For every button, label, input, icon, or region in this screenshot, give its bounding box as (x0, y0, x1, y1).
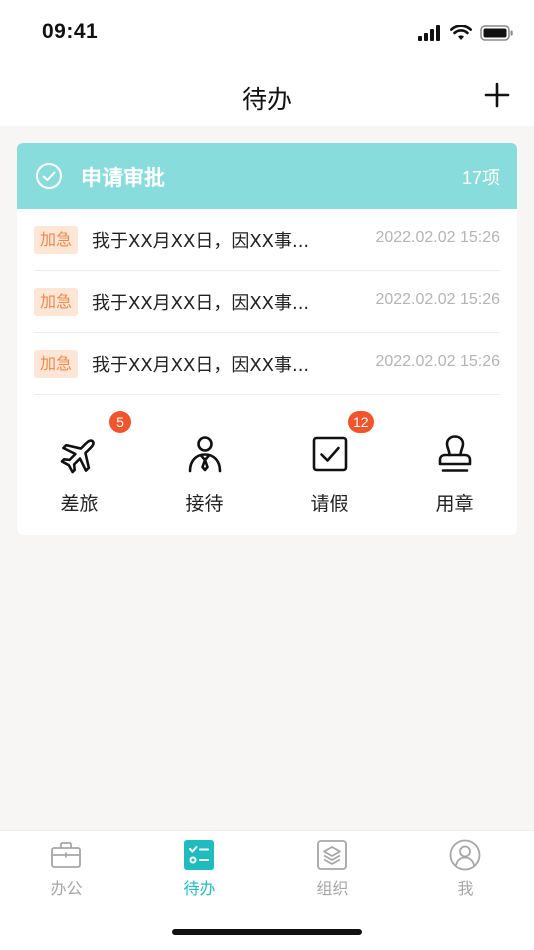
list-item-text: 我于XX月XX日，因XX事... (92, 355, 310, 376)
list-item[interactable]: 加急 我于XX月XX日，因XX事... 2022.02.02 15:26 (34, 333, 500, 395)
urgent-tag: 加急 (34, 288, 79, 316)
user-icon (449, 839, 481, 871)
status-time: 09:41 (42, 20, 99, 43)
page-title: 待办 (241, 85, 292, 114)
approval-count: 17项 (461, 168, 500, 188)
status-icons (418, 24, 514, 42)
action-label: 接待 (185, 493, 224, 515)
check-circle-icon (36, 163, 62, 189)
action-leave[interactable]: 12 请假 (267, 399, 392, 535)
list-item-text: 我于XX月XX日，因XX事... (92, 293, 310, 314)
tab-me[interactable]: 我 (399, 839, 532, 903)
action-seal[interactable]: 用章 (392, 399, 517, 535)
action-label: 请假 (310, 493, 349, 515)
signal-icon (418, 25, 440, 41)
list-item[interactable]: 加急 我于XX月XX日，因XX事... 2022.02.02 15:26 (34, 271, 500, 333)
tab-organization[interactable]: 组织 (266, 839, 399, 903)
tab-office[interactable]: 办公 (0, 839, 133, 903)
action-reception[interactable]: 接待 (142, 399, 267, 535)
approval-list: 加急 我于XX月XX日，因XX事... 2022.02.02 15:26 加急 … (17, 209, 517, 395)
tab-label: 办公 (50, 879, 83, 898)
airplane-icon (60, 439, 95, 474)
action-label: 差旅 (60, 493, 99, 515)
urgent-tag: 加急 (34, 226, 79, 254)
stamp-icon (438, 435, 472, 472)
approval-card-header[interactable]: 申请审批 17项 (17, 143, 517, 209)
list-item-time: 2022.02.02 15:26 (375, 229, 500, 246)
urgent-tag: 加急 (34, 350, 79, 378)
action-travel[interactable]: 5 差旅 (17, 399, 142, 535)
tab-label: 组织 (316, 879, 349, 898)
travel-badge: 5 (109, 411, 131, 433)
todo-list-icon (184, 840, 214, 870)
tab-label: 待办 (183, 879, 216, 898)
approval-card-title: 申请审批 (81, 166, 165, 190)
approval-card: 申请审批 17项 加急 我于XX月XX日，因XX事... 2022.02.02 … (17, 143, 517, 535)
list-item-time: 2022.02.02 15:26 (375, 353, 500, 370)
nav-bar: 待办 (0, 66, 534, 126)
leave-badge: 12 (348, 411, 374, 433)
briefcase-icon (51, 842, 81, 868)
status-bar: 09:41 (0, 0, 534, 66)
tab-todo[interactable]: 待办 (133, 839, 266, 903)
list-item[interactable]: 加急 我于XX月XX日，因XX事... 2022.02.02 15:26 (34, 209, 500, 271)
reception-person-icon (188, 436, 222, 473)
list-item-time: 2022.02.02 15:26 (375, 291, 500, 308)
action-label: 用章 (435, 493, 474, 515)
home-indicator (172, 929, 362, 935)
tab-label: 我 (457, 879, 474, 898)
layers-icon (317, 840, 347, 870)
battery-icon (480, 25, 513, 41)
approval-actions: 5 差旅 接待 12 请假 用章 (17, 399, 517, 535)
wifi-icon (450, 25, 472, 40)
plus-icon[interactable] (484, 82, 510, 108)
checkbox-icon (312, 436, 348, 472)
list-item-text: 我于XX月XX日，因XX事... (92, 231, 310, 252)
